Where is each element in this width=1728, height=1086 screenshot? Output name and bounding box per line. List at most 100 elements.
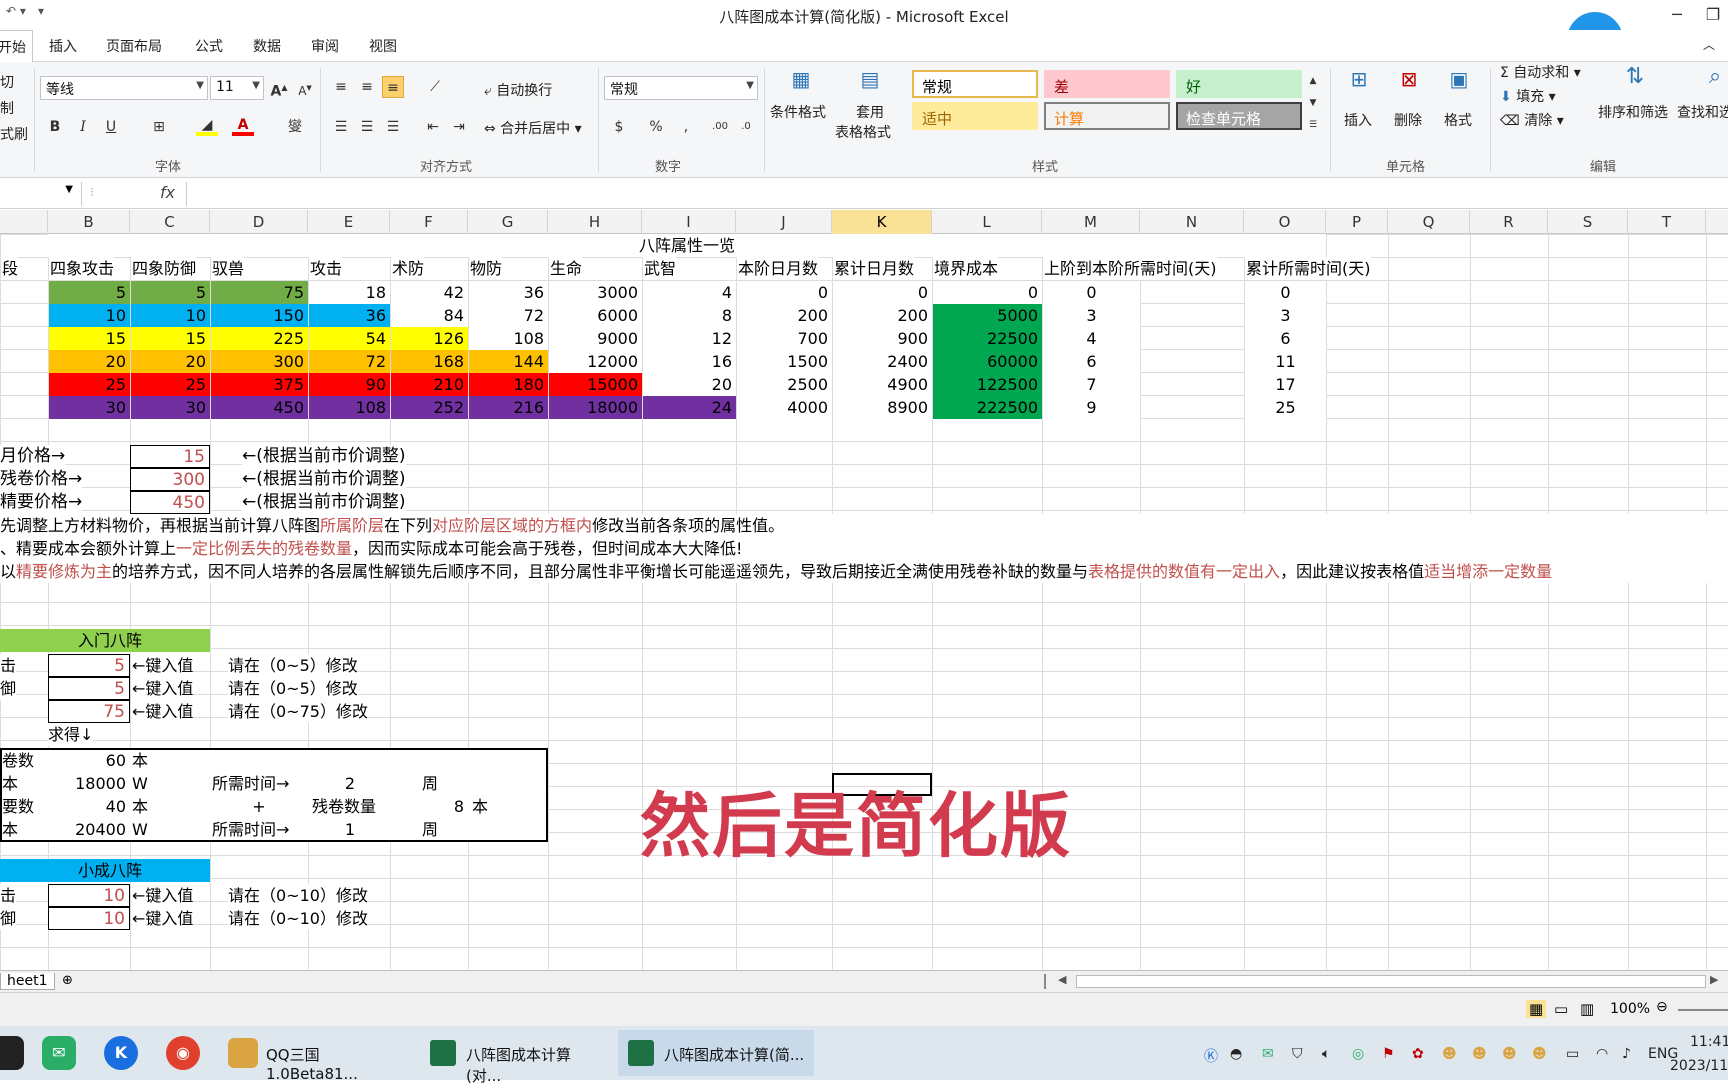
fx-icon[interactable]: fx: [160, 183, 175, 202]
sort-filter-button[interactable]: 排序和筛选: [1598, 102, 1668, 122]
delete-cells-button[interactable]: 删除: [1394, 110, 1422, 130]
attribute-input[interactable]: 10: [48, 907, 130, 930]
table-format-button[interactable]: 表格格式: [835, 122, 891, 142]
taskbar-app-excel-1[interactable]: 八阵图成本计算(对...: [420, 1030, 606, 1085]
column-header-E[interactable]: E: [308, 210, 390, 234]
column-header-N[interactable]: N: [1140, 210, 1244, 234]
fill-color-icon[interactable]: ◢: [196, 114, 218, 136]
cut-button[interactable]: 切: [0, 72, 14, 92]
table-format-label-top[interactable]: 套用: [856, 102, 884, 122]
table-cell[interactable]: 3000: [549, 281, 642, 304]
bold-icon[interactable]: B: [44, 116, 66, 138]
tray-battery-icon[interactable]: ▭: [1566, 1046, 1579, 1062]
table-cell[interactable]: 5: [131, 281, 210, 304]
insert-cells-icon[interactable]: ⊞: [1344, 68, 1374, 98]
column-header-O[interactable]: O: [1244, 210, 1326, 234]
table-cell[interactable]: 4000: [737, 396, 832, 419]
attribute-input[interactable]: 5: [48, 654, 130, 677]
phonetic-icon[interactable]: 燮: [284, 116, 306, 138]
price-input[interactable]: 15: [130, 445, 210, 468]
cell-style-option[interactable]: 差: [1044, 70, 1170, 98]
tray-flag-icon[interactable]: ⚑: [1382, 1046, 1395, 1062]
name-box[interactable]: ▼: [0, 182, 82, 206]
column-header-J[interactable]: J: [736, 210, 832, 234]
result-cell[interactable]: 本: [2, 818, 18, 841]
table-cell[interactable]: 150: [211, 304, 308, 327]
table-cell[interactable]: 108: [469, 327, 548, 350]
wechat-icon[interactable]: ✉: [42, 1036, 76, 1070]
font-color-icon[interactable]: A: [232, 114, 254, 136]
result-cell[interactable]: 40: [48, 795, 130, 818]
table-cell[interactable]: 2500: [737, 373, 832, 396]
column-header-Q[interactable]: Q: [1388, 210, 1470, 234]
column-header-S[interactable]: S: [1548, 210, 1628, 234]
normal-view-icon[interactable]: ▦: [1526, 1000, 1547, 1018]
table-cell[interactable]: 12000: [549, 350, 642, 373]
table-cell[interactable]: 36: [469, 281, 548, 304]
new-sheet-icon[interactable]: ⊕: [62, 973, 73, 988]
tab-insert[interactable]: 插入: [49, 36, 77, 56]
underline-icon[interactable]: U: [100, 116, 122, 138]
table-cell[interactable]: 200: [737, 304, 832, 327]
column-header-I[interactable]: I: [642, 210, 736, 234]
align-top-icon[interactable]: ≡: [330, 76, 352, 98]
split-handle[interactable]: [1044, 974, 1052, 989]
tray-game-icon-1[interactable]: ☻: [1442, 1046, 1457, 1062]
font-name-select[interactable]: 等线 ▼: [40, 76, 208, 100]
table-cell[interactable]: 210: [391, 373, 468, 396]
scroll-right-icon[interactable]: ▶: [1710, 973, 1718, 986]
wrap-text-button[interactable]: ⤶ 自动换行: [484, 80, 552, 100]
column-header-M[interactable]: M: [1042, 210, 1140, 234]
result-cell[interactable]: +: [210, 795, 308, 818]
tray-wifi-icon[interactable]: ◠: [1596, 1046, 1608, 1062]
tab-view[interactable]: 视图: [369, 36, 397, 56]
result-cell[interactable]: 20400: [48, 818, 130, 841]
format-painter-button[interactable]: 式刷: [0, 124, 28, 144]
number-format-select[interactable]: 常规 ▼: [604, 76, 758, 100]
tray-wechat-icon[interactable]: ✉: [1262, 1046, 1274, 1062]
table-cell[interactable]: 0: [1245, 281, 1326, 304]
find-select-button[interactable]: 查找和选: [1677, 102, 1728, 122]
table-cell[interactable]: 72: [309, 350, 390, 373]
restore-button[interactable]: ❐: [1696, 2, 1728, 28]
font-size-select[interactable]: 11 ▼: [210, 76, 264, 100]
clock-time[interactable]: 11:41: [1690, 1034, 1728, 1050]
result-cell[interactable]: 本: [2, 772, 18, 795]
table-cell[interactable]: 6: [1043, 350, 1140, 373]
table-cell[interactable]: 25: [131, 373, 210, 396]
horizontal-scrollbar[interactable]: [1076, 975, 1706, 988]
zoom-slider[interactable]: [1678, 1009, 1728, 1011]
shrink-font-icon[interactable]: A▼: [294, 77, 316, 99]
minimize-button[interactable]: ─: [1660, 2, 1694, 28]
gallery-up-icon[interactable]: ▲: [1302, 70, 1324, 92]
taskbar-app-excel-2[interactable]: 八阵图成本计算(简...: [618, 1030, 814, 1076]
table-cell[interactable]: 5000: [933, 304, 1042, 327]
table-cell[interactable]: 0: [833, 281, 932, 304]
attribute-input[interactable]: 10: [48, 884, 130, 907]
tab-home[interactable]: 开始: [0, 30, 33, 63]
table-cell[interactable]: 222500: [933, 396, 1042, 419]
column-header-R[interactable]: R: [1470, 210, 1548, 234]
column-header-D[interactable]: D: [210, 210, 308, 234]
column-header-B[interactable]: B: [48, 210, 130, 234]
column-header-T[interactable]: T: [1628, 210, 1706, 234]
tray-game-icon-4[interactable]: ☻: [1532, 1046, 1547, 1062]
clear-button[interactable]: ⌫ 清除 ▾: [1500, 110, 1564, 130]
table-cell[interactable]: 126: [391, 327, 468, 350]
table-cell[interactable]: 0: [1043, 281, 1140, 304]
result-cell[interactable]: 周: [390, 818, 470, 841]
tray-k-icon[interactable]: Ⓚ: [1204, 1046, 1218, 1066]
result-cell[interactable]: W: [132, 818, 148, 841]
tab-formulas[interactable]: 公式: [195, 36, 223, 56]
tray-shield-icon[interactable]: ⛉: [1292, 1046, 1303, 1062]
format-cells-button[interactable]: 格式: [1444, 110, 1472, 130]
table-cell[interactable]: 75: [211, 281, 308, 304]
tab-data[interactable]: 数据: [253, 36, 281, 56]
align-center-icon[interactable]: ☰: [356, 116, 378, 138]
merge-center-button[interactable]: ⇔ 合并后居中 ▾: [484, 118, 582, 138]
table-cell[interactable]: 20: [643, 373, 736, 396]
cell-style-option[interactable]: 适中: [912, 102, 1038, 130]
table-cell[interactable]: 17: [1245, 373, 1326, 396]
table-cell[interactable]: 900: [833, 327, 932, 350]
table-cell[interactable]: 300: [211, 350, 308, 373]
